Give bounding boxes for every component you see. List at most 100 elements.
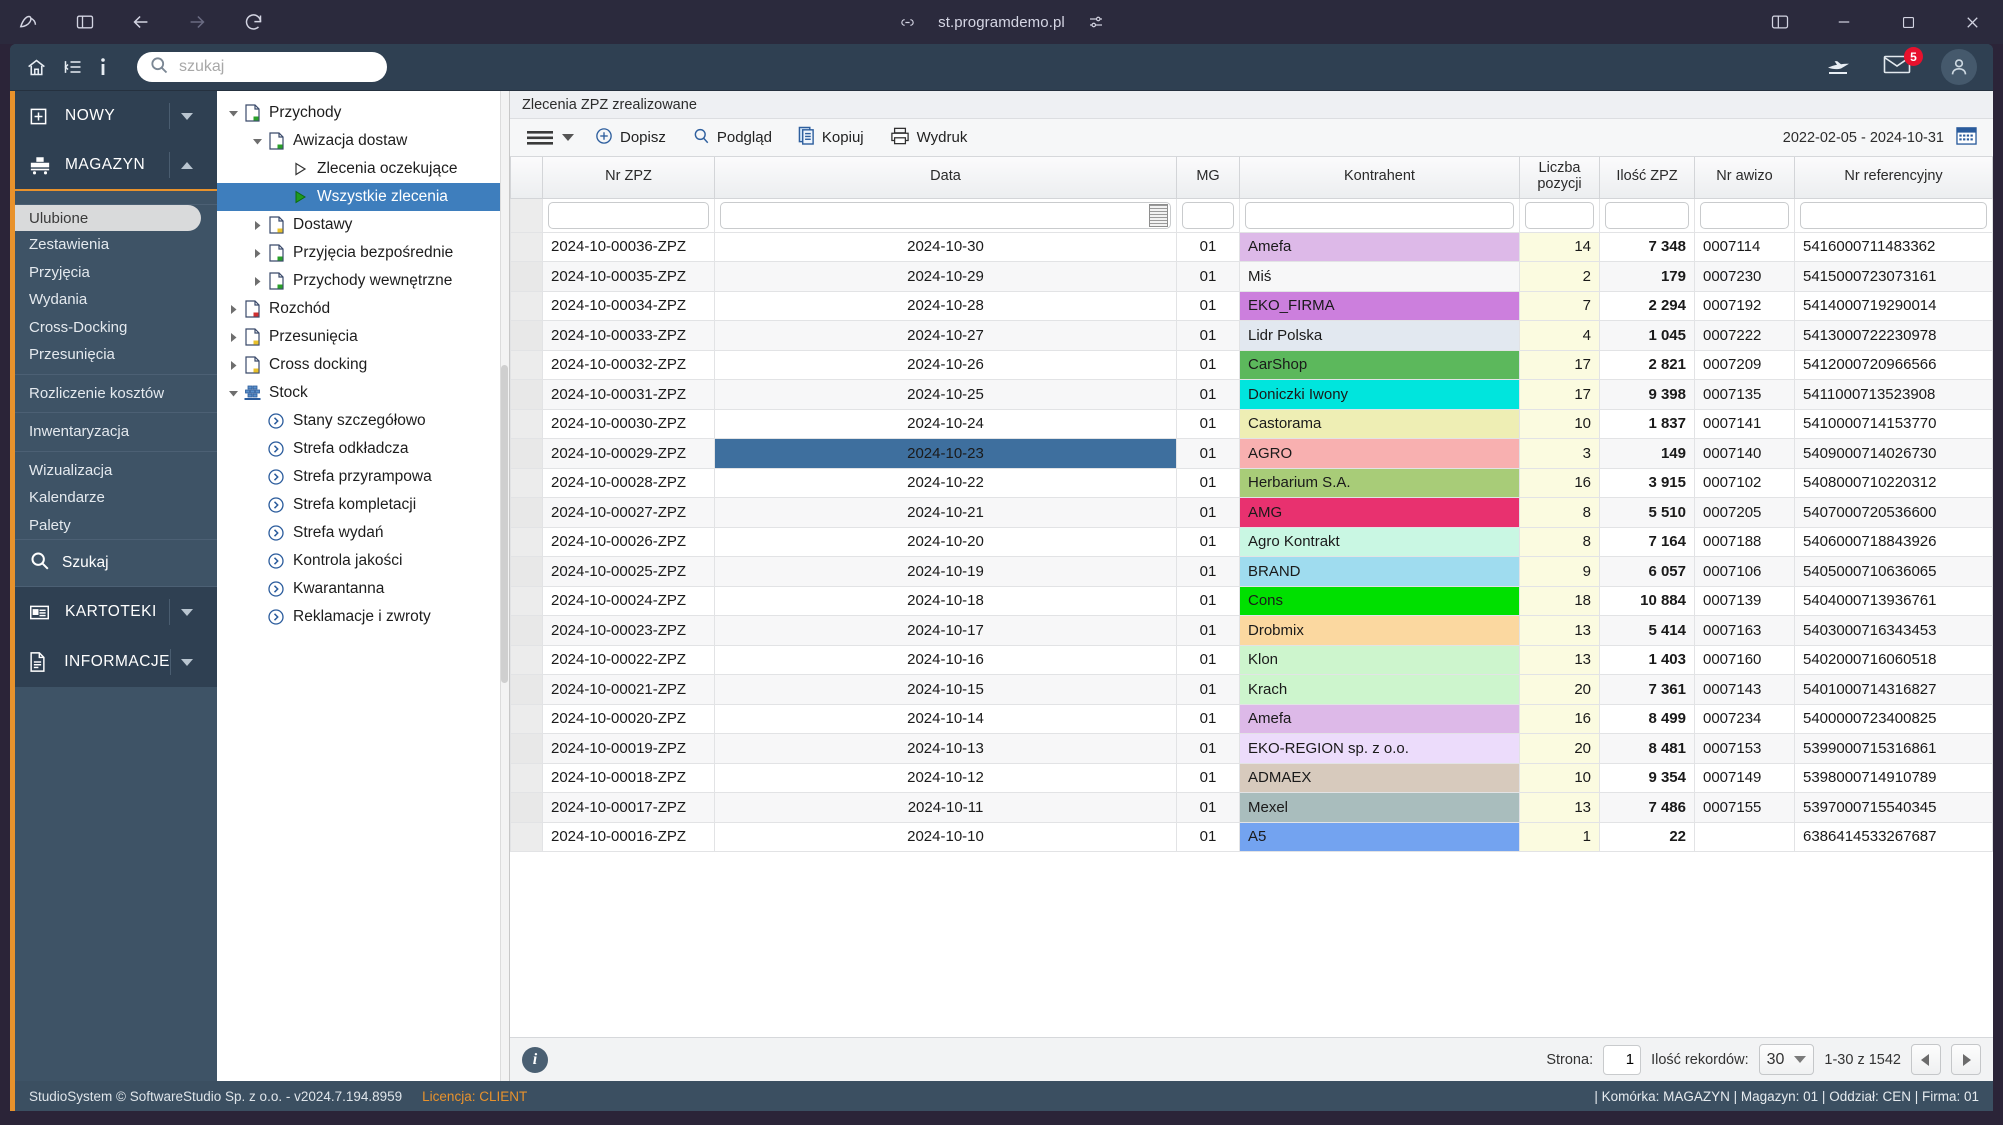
page-size-select[interactable]: 30 bbox=[1758, 1044, 1815, 1075]
tree-item-strefa-odk-adcza[interactable]: Strefa odkładcza bbox=[217, 435, 509, 463]
tree-item-przesuni-cia[interactable]: Przesunięcia bbox=[217, 323, 509, 351]
grid-row-gutter[interactable] bbox=[510, 556, 543, 587]
kopiuj-button[interactable]: Kopiuj bbox=[787, 123, 875, 153]
grid-row-gutter[interactable] bbox=[510, 644, 543, 675]
calendar-icon[interactable] bbox=[1956, 125, 1977, 150]
sidebar-item-ulubione[interactable]: Ulubione bbox=[15, 205, 201, 231]
home-icon[interactable] bbox=[26, 57, 47, 78]
table-row[interactable]: 2024-10-00020-ZPZ 2024-10-14 01 Amefa 16 8 49… bbox=[510, 703, 1993, 734]
grid-row-gutter[interactable] bbox=[510, 792, 543, 823]
tree-scrollbar-thumb[interactable] bbox=[501, 365, 508, 683]
table-row[interactable]: 2024-10-00017-ZPZ 2024-10-11 01 Mexel 13 7 48… bbox=[510, 792, 1993, 823]
grid-col-kontrahent[interactable]: Kontrahent bbox=[1239, 157, 1520, 199]
table-row[interactable]: 2024-10-00033-ZPZ 2024-10-27 01 Lidr Polska… bbox=[510, 320, 1993, 351]
info-icon[interactable] bbox=[99, 57, 107, 77]
sidebar-item-przesuniecia[interactable]: Przesunięcia bbox=[15, 341, 217, 369]
tree-scrollbar[interactable] bbox=[500, 91, 509, 1081]
sidebar-toggle-icon[interactable] bbox=[70, 7, 100, 37]
grid-col-ilosc_zpz[interactable]: Ilość ZPZ bbox=[1599, 157, 1695, 199]
tree-twisty-right-icon[interactable] bbox=[225, 304, 241, 315]
tree-twisty-down-icon[interactable] bbox=[249, 136, 265, 147]
split-view-icon[interactable] bbox=[1763, 7, 1797, 37]
tree-item-przyj-cia-bezpo-rednie[interactable]: Przyjęcia bezpośrednie bbox=[217, 239, 509, 267]
tree-item-rozch-d[interactable]: Rozchód bbox=[217, 295, 509, 323]
tree-twisty-down-icon[interactable] bbox=[225, 388, 241, 399]
grid-row-gutter[interactable] bbox=[510, 674, 543, 705]
dopisz-button[interactable]: Dopisz bbox=[584, 123, 677, 153]
table-row[interactable]: 2024-10-00030-ZPZ 2024-10-24 01 Castorama 10… bbox=[510, 408, 1993, 439]
tree-item-stany-szczeg-owo[interactable]: Stany szczegółowo bbox=[217, 407, 509, 435]
table-row[interactable]: 2024-10-00026-ZPZ 2024-10-20 01 Agro Kontra… bbox=[510, 526, 1993, 557]
sidebar-group-informacje[interactable]: INFORMACJE bbox=[15, 637, 217, 687]
grid-row-gutter[interactable] bbox=[510, 408, 543, 439]
sidebar-item-kalendarze[interactable]: Kalendarze bbox=[15, 484, 217, 512]
grid-row-gutter[interactable] bbox=[510, 231, 543, 262]
grid-row-gutter[interactable] bbox=[510, 497, 543, 528]
filter-input-ilosc_zpz[interactable] bbox=[1606, 202, 1688, 228]
grid-row-gutter[interactable] bbox=[510, 349, 543, 380]
global-search[interactable] bbox=[137, 52, 387, 82]
grid-row-gutter[interactable] bbox=[510, 320, 543, 351]
table-row[interactable]: 2024-10-00027-ZPZ 2024-10-21 01 AMG 8 5 510 00… bbox=[510, 497, 1993, 528]
grid-row-gutter[interactable] bbox=[510, 733, 543, 764]
chevron-down-icon[interactable] bbox=[169, 103, 203, 129]
search-input[interactable] bbox=[179, 58, 375, 76]
grid-row-gutter[interactable] bbox=[510, 821, 543, 852]
grid-col-liczba_pozycji[interactable]: Liczba pozycji bbox=[1519, 157, 1600, 199]
address-bar-url[interactable]: st.programdemo.pl bbox=[938, 14, 1065, 31]
sidebar-item-przyjecia[interactable]: Przyjęcia bbox=[15, 259, 217, 287]
sidebar-item-wizualizacja[interactable]: Wizualizacja bbox=[15, 457, 217, 485]
table-row[interactable]: 2024-10-00025-ZPZ 2024-10-19 01 BRAND 9 6 057… bbox=[510, 556, 1993, 587]
calendar-picker-icon[interactable] bbox=[1149, 203, 1168, 227]
minimize-icon[interactable] bbox=[1827, 7, 1861, 37]
tree-item-cross-docking[interactable]: Cross docking bbox=[217, 351, 509, 379]
grid-col-nr_referencyjny[interactable]: Nr referencyjny bbox=[1794, 157, 1993, 199]
filter-input-liczba_pozycji[interactable] bbox=[1526, 202, 1593, 228]
tree-twisty-right-icon[interactable] bbox=[225, 332, 241, 343]
sidebar-item-rozliczenie-kosztow[interactable]: Rozliczenie kosztów bbox=[15, 380, 217, 408]
grid-row-gutter[interactable] bbox=[510, 762, 543, 793]
tree-item-reklamacje-i-zwroty[interactable]: Reklamacje i zwroty bbox=[217, 603, 509, 631]
back-arrow-icon[interactable] bbox=[126, 7, 156, 37]
table-row[interactable]: 2024-10-00028-ZPZ 2024-10-22 01 Herbarium S… bbox=[510, 467, 1993, 498]
maximize-icon[interactable] bbox=[1891, 7, 1925, 37]
info-icon[interactable]: i bbox=[522, 1046, 548, 1073]
table-row[interactable]: 2024-10-00018-ZPZ 2024-10-12 01 ADMAEX 10 9 3… bbox=[510, 762, 1993, 793]
tree-item-kwarantanna[interactable]: Kwarantanna bbox=[217, 575, 509, 603]
grid-col-data[interactable]: Data bbox=[714, 157, 1177, 199]
tree-item-awizacja-dostaw[interactable]: Awizacja dostaw bbox=[217, 127, 509, 155]
sidebar-group-kartoteki[interactable]: KARTOTEKI bbox=[15, 587, 217, 637]
tree-item-przychody-wewn-trzne[interactable]: Przychody wewnętrzne bbox=[217, 267, 509, 295]
mail-notifications[interactable]: 5 bbox=[1883, 47, 1923, 80]
table-row[interactable]: 2024-10-00019-ZPZ 2024-10-13 01 EKO-REGION … bbox=[510, 733, 1993, 764]
table-row[interactable]: 2024-10-00024-ZPZ 2024-10-18 01 Cons 18 10 88… bbox=[510, 585, 1993, 616]
sidebar-group-magazyn[interactable]: MAGAZYN bbox=[15, 141, 217, 191]
filter-input-mg[interactable] bbox=[1183, 202, 1233, 228]
chevron-down-icon[interactable] bbox=[169, 599, 203, 625]
tree-item-kontrola-jako-ci[interactable]: Kontrola jakości bbox=[217, 547, 509, 575]
prev-page-button[interactable] bbox=[1911, 1044, 1941, 1075]
podglad-button[interactable]: Podgląd bbox=[681, 123, 783, 153]
filter-input-kontrahent[interactable] bbox=[1246, 202, 1513, 228]
filter-input-nr_zpz[interactable] bbox=[549, 202, 708, 228]
tree-item-przychody[interactable]: Przychody bbox=[217, 99, 509, 127]
grid-row-gutter[interactable] bbox=[510, 379, 543, 410]
table-row[interactable]: 2024-10-00034-ZPZ 2024-10-28 01 EKO_FIRMA 7 2… bbox=[510, 290, 1993, 321]
filter-input-nr_awizo[interactable] bbox=[1701, 202, 1788, 228]
filter-input-nr_referencyjny[interactable] bbox=[1801, 202, 1986, 228]
tree-item-dostawy[interactable]: Dostawy bbox=[217, 211, 509, 239]
sidebar-item-inwentaryzacja[interactable]: Inwentaryzacja bbox=[15, 418, 217, 446]
tree-item-wszystkie-zlecenia[interactable]: Wszystkie zlecenia bbox=[217, 183, 509, 211]
hamburger-icon[interactable] bbox=[520, 128, 580, 148]
grid-row-gutter[interactable] bbox=[510, 438, 543, 469]
table-row[interactable]: 2024-10-00032-ZPZ 2024-10-26 01 CarShop 17 2 … bbox=[510, 349, 1993, 380]
indent-list-icon[interactable] bbox=[63, 57, 83, 77]
send-plane-icon[interactable] bbox=[1825, 56, 1853, 78]
user-avatar-icon[interactable] bbox=[1941, 49, 1977, 85]
tree-item-zlecenia-oczekuj-ce[interactable]: Zlecenia oczekujące bbox=[217, 155, 509, 183]
grid-row-gutter[interactable] bbox=[510, 290, 543, 321]
chevron-down-icon[interactable] bbox=[169, 649, 203, 675]
sidebar-item-wydania[interactable]: Wydania bbox=[15, 286, 217, 314]
table-row[interactable]: 2024-10-00021-ZPZ 2024-10-15 01 Krach 20 7 36… bbox=[510, 674, 1993, 705]
link-icon[interactable] bbox=[892, 7, 922, 37]
